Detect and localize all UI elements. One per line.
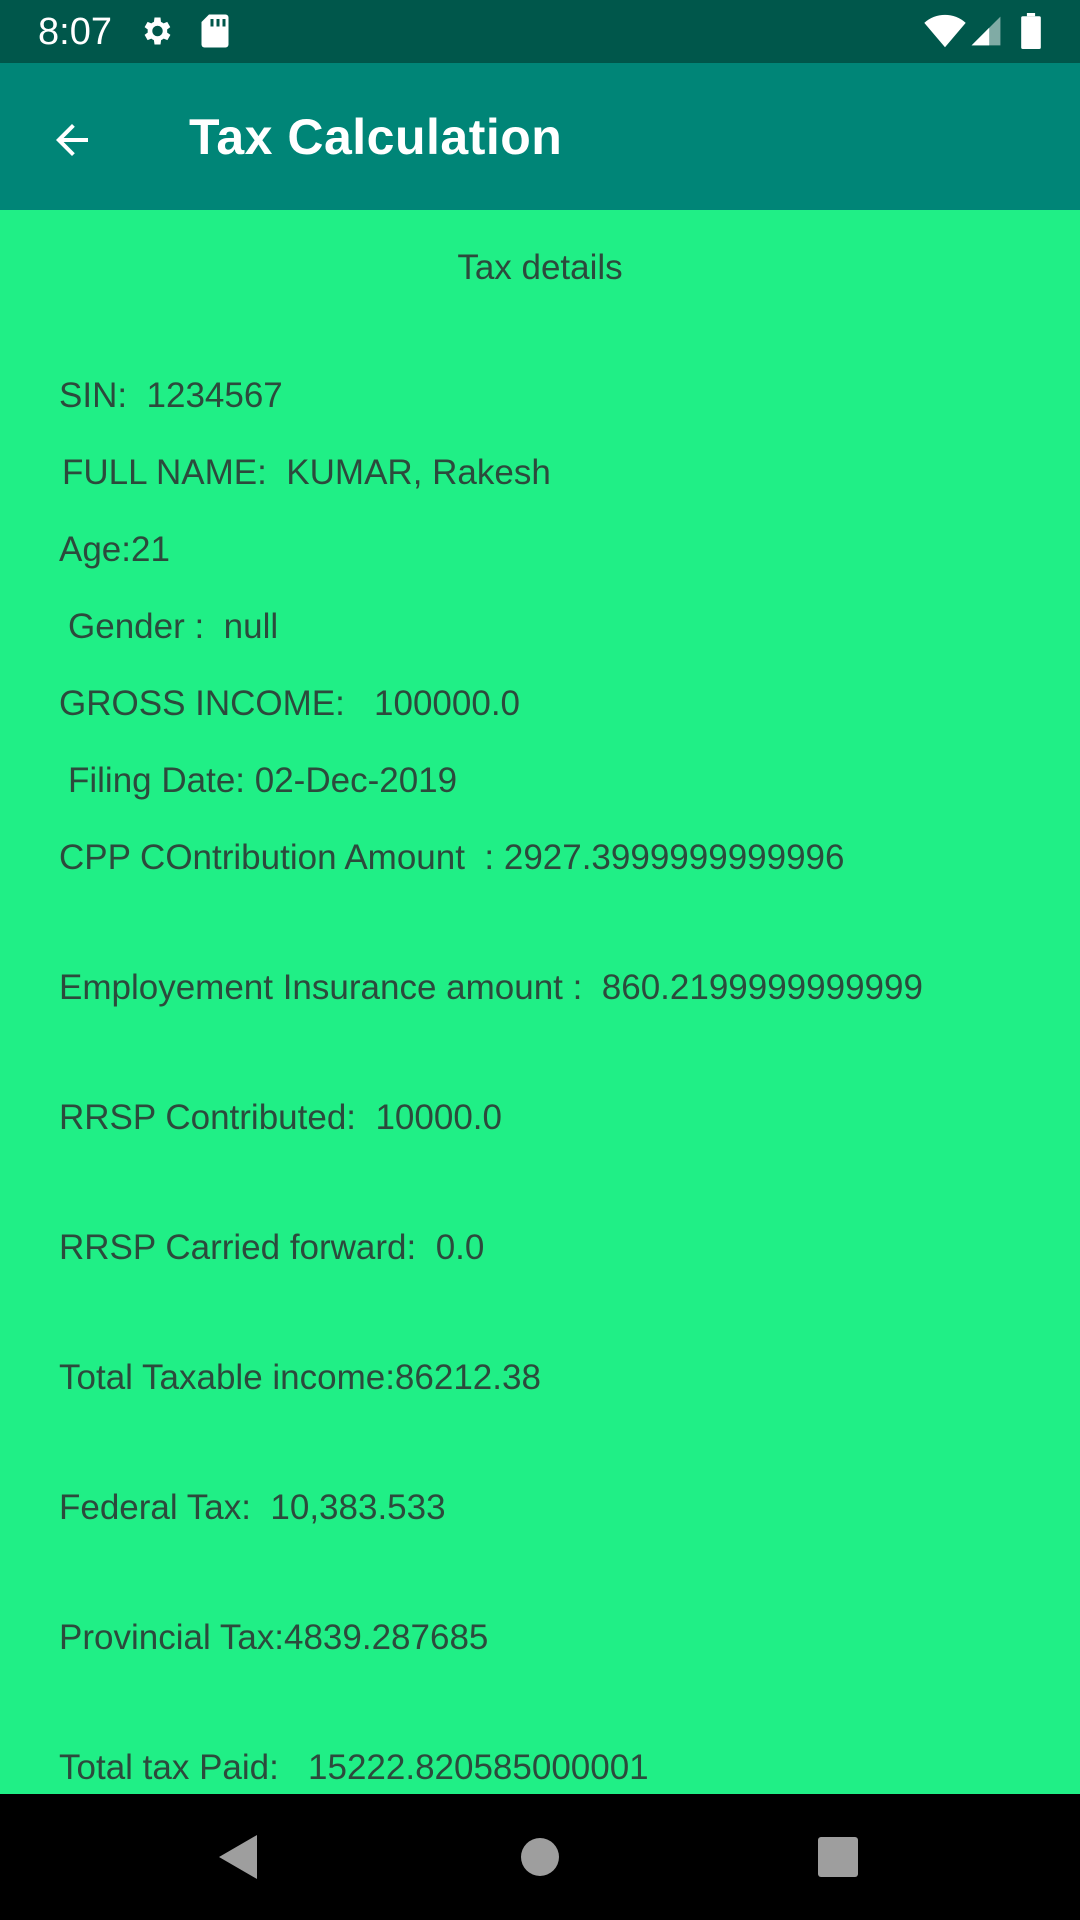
gender-text: Gender : null [68, 607, 279, 646]
tax-details-content: Tax details SIN: 1234567 FULL NAME: KUMA… [0, 210, 1080, 1794]
cpp-contribution-text: CPP COntribution Amount : 2927.399999999… [59, 838, 845, 877]
full-name-text: FULL NAME: KUMAR, Rakesh [62, 453, 551, 492]
provincial-tax-text: Provincial Tax:4839.287685 [59, 1618, 489, 1657]
gross-income-text: GROSS INCOME: 100000.0 [59, 684, 521, 723]
filing-date-text: Filing Date: 02-Dec-2019 [68, 761, 458, 800]
status-time: 8:07 [38, 11, 112, 53]
section-title: Tax details [457, 248, 623, 287]
app-bar: Tax Calculation [0, 63, 1080, 210]
navigation-bar [0, 1794, 1080, 1920]
rrsp-carried-forward-text: RRSP Carried forward: 0.0 [59, 1228, 485, 1267]
federal-tax-text: Federal Tax: 10,383.533 [59, 1488, 446, 1527]
employment-insurance-text: Employement Insurance amount : 860.21999… [59, 968, 923, 1007]
sin-text: SIN: 1234567 [59, 376, 283, 415]
battery-icon [1021, 13, 1041, 49]
page-title: Tax Calculation [189, 109, 563, 165]
status-bar: 8:07 [0, 0, 1080, 63]
nav-home-icon[interactable] [510, 1827, 570, 1887]
sd-card-icon [201, 14, 229, 48]
age-text: Age:21 [59, 530, 170, 569]
wifi-icon [924, 14, 966, 48]
rrsp-contributed-text: RRSP Contributed: 10000.0 [59, 1098, 502, 1137]
total-taxable-income-text: Total Taxable income:86212.38 [59, 1358, 541, 1397]
nav-back-icon[interactable] [210, 1827, 270, 1887]
gear-icon [144, 17, 171, 45]
arrow-left-icon [56, 124, 88, 156]
signal-icon [971, 16, 1001, 46]
nav-recents-icon[interactable] [808, 1827, 868, 1887]
total-tax-paid-text: Total tax Paid: 15222.820585000001 [59, 1748, 649, 1787]
back-button[interactable] [30, 98, 114, 182]
